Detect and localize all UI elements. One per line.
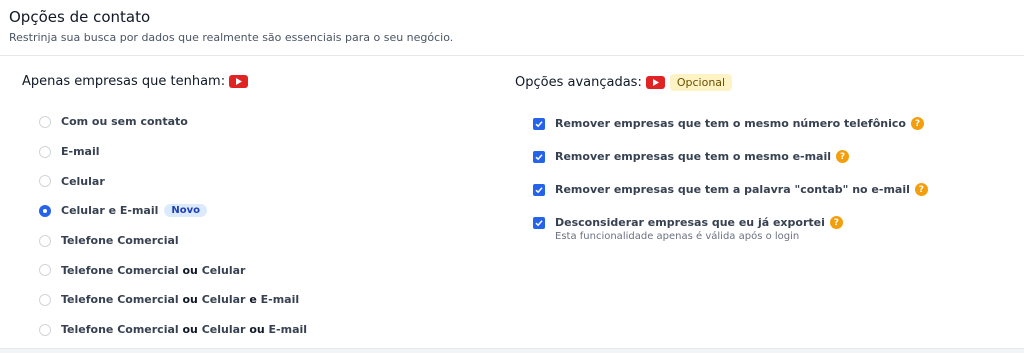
check-icon	[535, 219, 543, 226]
youtube-icon[interactable]	[645, 76, 665, 89]
label-text: Celular	[197, 293, 250, 307]
checkbox-option: Remover empresas que tem a palavra "cont…	[533, 173, 928, 206]
radio-option-label: Com ou sem contato	[61, 115, 188, 128]
label-text: Com ou sem contato	[61, 115, 188, 129]
optional-badge: Opcional	[669, 74, 733, 91]
radio-option-label: Celular e E-mail	[61, 204, 158, 217]
check-icon	[535, 153, 543, 160]
label-text: E-mail	[61, 145, 100, 159]
checkbox-row[interactable]: Remover empresas que tem o mesmo número …	[533, 107, 928, 140]
radio-button[interactable]	[39, 234, 51, 247]
radio-option-label: Telefone Comercial	[61, 234, 179, 247]
label-text: E-mail	[264, 323, 308, 337]
help-icon[interactable]: ?	[910, 117, 924, 130]
label-text: Telefone Comercial	[61, 234, 179, 248]
checkbox-label: Desconsiderar empresas que eu já exporte…	[555, 216, 825, 229]
contact-options-card: Opções de contato Restrinja sua busca po…	[0, 0, 1024, 349]
checkbox-option: Desconsiderar empresas que eu já exporte…	[533, 206, 928, 242]
label-text: Celular	[197, 323, 250, 337]
radio-button[interactable]	[39, 175, 51, 188]
right-section-title-text: Opções avançadas:	[515, 75, 642, 90]
label-text: Celular	[197, 263, 246, 277]
radio-option[interactable]: Telefone Comercial	[39, 226, 307, 256]
radio-button[interactable]	[39, 323, 51, 336]
checkbox-label: Remover empresas que tem a palavra "cont…	[555, 183, 910, 196]
checkbox-option: Remover empresas que tem o mesmo e-mail?	[533, 140, 928, 173]
radio-option[interactable]: Com ou sem contato	[39, 107, 307, 137]
checkbox-checked[interactable]	[533, 183, 545, 196]
label-emphasis: ou	[182, 263, 198, 277]
checkbox-option: Remover empresas que tem o mesmo número …	[533, 107, 928, 140]
advanced-options-group: Remover empresas que tem o mesmo número …	[533, 107, 928, 242]
radio-option-label: E-mail	[61, 145, 100, 158]
radio-button[interactable]	[39, 264, 51, 277]
radio-option[interactable]: E-mail	[39, 137, 307, 167]
label-text: Celular e E-mail	[61, 204, 159, 218]
label-text: Telefone Comercial	[61, 263, 183, 277]
help-icon[interactable]: ?	[836, 150, 850, 163]
youtube-icon[interactable]	[229, 75, 249, 88]
radio-option[interactable]: Telefone Comercial ou Celular	[39, 255, 307, 285]
section-header: Opções de contato Restrinja sua busca po…	[9, 8, 453, 44]
page-subtitle: Restrinja sua busca por dados que realme…	[9, 31, 454, 44]
check-icon	[535, 120, 543, 127]
right-section-title: Opções avançadas: Opcional	[515, 74, 733, 91]
radio-option[interactable]: Celular	[39, 166, 307, 196]
label-emphasis: ou	[182, 293, 198, 307]
radio-option[interactable]: Telefone Comercial ou Celular ou E-mail	[39, 315, 307, 345]
label-emphasis: ou	[249, 323, 265, 337]
checkbox-row[interactable]: Remover empresas que tem a palavra "cont…	[533, 173, 928, 206]
radio-option[interactable]: Celular e E-mail Novo	[39, 196, 307, 226]
radio-option-label: Telefone Comercial ou Celular	[61, 264, 245, 277]
label-text: Telefone Comercial	[61, 323, 183, 337]
label-text: Celular	[61, 174, 105, 188]
left-section-title: Apenas empresas que tenham:	[22, 74, 249, 89]
radio-option[interactable]: Telefone Comercial ou Celular e E-mail	[39, 285, 307, 315]
radio-option-label: Celular	[61, 175, 105, 188]
divider	[0, 55, 1024, 56]
option-note: Esta funcionalidade apenas é válida após…	[555, 231, 800, 242]
page-title: Opções de contato	[9, 8, 151, 26]
label-emphasis: ou	[182, 323, 198, 337]
radio-button[interactable]	[39, 145, 51, 158]
radio-option-label: Telefone Comercial ou Celular ou E-mail	[61, 323, 307, 336]
label-text: Telefone Comercial	[61, 293, 183, 307]
radio-button[interactable]	[39, 293, 51, 306]
radio-button-selected[interactable]	[39, 204, 51, 217]
radio-button[interactable]	[39, 115, 51, 128]
label-emphasis: e	[249, 293, 257, 307]
checkbox-row[interactable]: Remover empresas que tem o mesmo e-mail?	[533, 140, 928, 173]
left-section-title-text: Apenas empresas que tenham:	[22, 74, 226, 89]
checkbox-label: Remover empresas que tem o mesmo e-mail	[555, 150, 832, 163]
checkbox-checked[interactable]	[533, 117, 545, 130]
check-icon	[535, 186, 543, 193]
help-icon[interactable]: ?	[914, 183, 928, 196]
contact-radio-group: Com ou sem contato E-mail Celular Celular e…	[39, 107, 307, 345]
help-icon[interactable]: ?	[829, 216, 843, 229]
checkbox-label: Remover empresas que tem o mesmo número …	[555, 117, 906, 130]
new-badge: Novo	[164, 204, 208, 218]
checkbox-checked[interactable]	[533, 150, 545, 163]
label-text: E-mail	[256, 293, 300, 307]
checkbox-checked[interactable]	[533, 216, 545, 229]
radio-option-label: Telefone Comercial ou Celular e E-mail	[61, 293, 299, 306]
